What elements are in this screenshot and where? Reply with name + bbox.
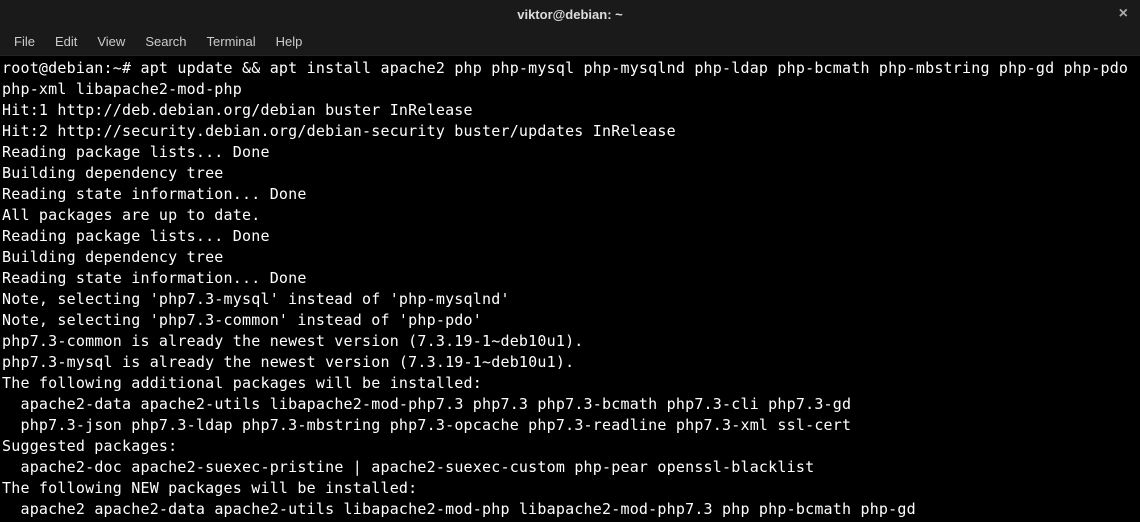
menu-terminal[interactable]: Terminal (197, 30, 266, 53)
menu-search[interactable]: Search (135, 30, 196, 53)
terminal-output[interactable]: root@debian:~# apt update && apt install… (0, 56, 1140, 522)
menu-file[interactable]: File (4, 30, 45, 53)
close-icon[interactable]: × (1115, 4, 1132, 24)
window-title: viktor@debian: ~ (517, 7, 623, 22)
menubar: File Edit View Search Terminal Help (0, 28, 1140, 56)
menu-view[interactable]: View (87, 30, 135, 53)
menu-help[interactable]: Help (266, 30, 313, 53)
terminal-prompt: root@debian:~# (2, 59, 140, 77)
terminal-output-text: Hit:1 http://deb.debian.org/debian buste… (2, 101, 916, 518)
window-titlebar: viktor@debian: ~ × (0, 0, 1140, 28)
terminal-command: apt update && apt install apache2 php ph… (2, 59, 1137, 98)
menu-edit[interactable]: Edit (45, 30, 87, 53)
